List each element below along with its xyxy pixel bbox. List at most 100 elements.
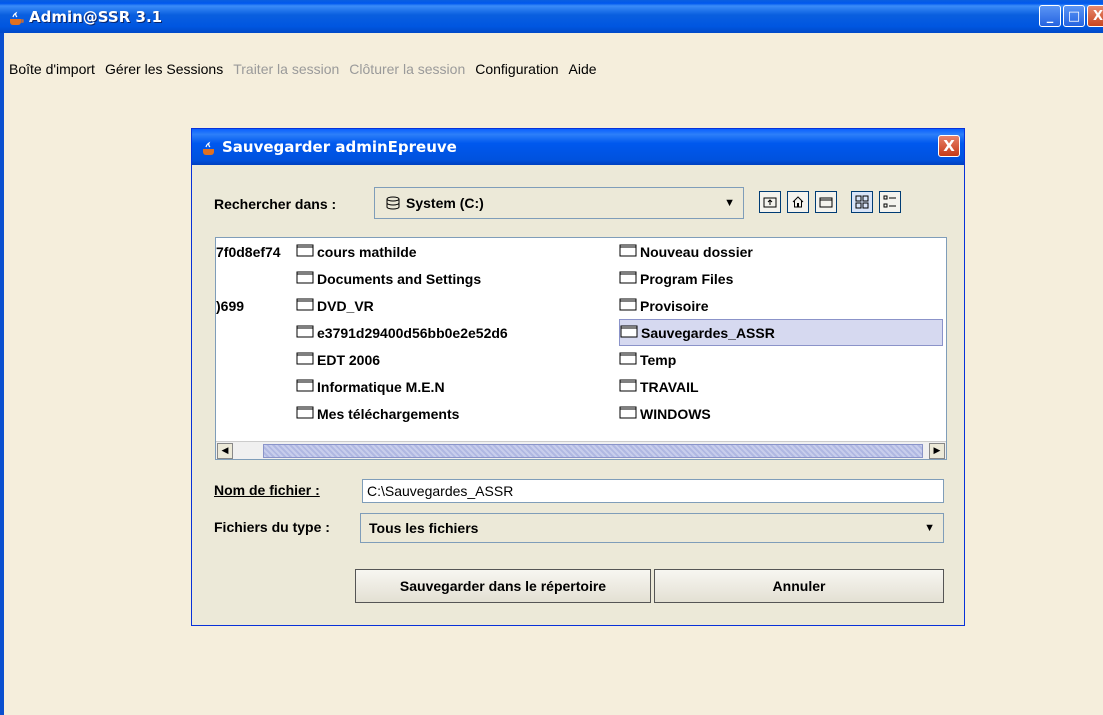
list-item[interactable]: Program Files [619, 265, 943, 292]
minimize-button[interactable]: _ [1039, 5, 1061, 27]
folder-column-2: Nouveau dossier Program Files Provisoire… [619, 238, 943, 427]
list-item-selected[interactable]: Sauvegardes_ASSR [619, 319, 943, 346]
list-item[interactable]: Nouveau dossier [619, 238, 943, 265]
home-button[interactable] [787, 191, 809, 213]
new-folder-button[interactable] [815, 191, 837, 213]
truncated-column: 7f0d8ef74 )699 [216, 238, 296, 319]
file-label: Documents and Settings [317, 270, 482, 287]
file-label: TRAVAIL [640, 378, 699, 395]
folder-icon [296, 378, 314, 395]
menu-configuration[interactable]: Configuration [470, 61, 563, 77]
list-item[interactable]: EDT 2006 [296, 346, 616, 373]
file-label: cours mathilde [317, 243, 417, 260]
cancel-button[interactable]: Annuler [654, 569, 944, 603]
close-icon: X [1092, 8, 1103, 24]
chevron-down-icon: ▼ [924, 522, 935, 534]
window-title: Admin@SSR 3.1 [29, 7, 163, 26]
lookin-value: System (C:) [406, 195, 484, 211]
maximize-button[interactable]: □ [1063, 5, 1085, 27]
window-titlebar: Admin@SSR 3.1 _ □ X [0, 0, 1103, 33]
list-item[interactable]: DVD_VR [296, 292, 616, 319]
file-label: DVD_VR [317, 297, 374, 314]
menu-gerer-sessions[interactable]: Gérer les Sessions [100, 61, 228, 77]
scroll-right-icon[interactable]: ▶ [929, 443, 945, 459]
list-item[interactable]: Documents and Settings [296, 265, 616, 292]
scroll-left-icon[interactable]: ◀ [217, 443, 233, 459]
menu-bar: Boîte d'import Gérer les Sessions Traite… [4, 57, 1103, 81]
folder-icon [620, 324, 638, 341]
file-label: Informatique M.E.N [317, 378, 445, 395]
list-item[interactable]: 7f0d8ef74 [216, 238, 296, 265]
folder-icon [296, 297, 314, 314]
horizontal-scrollbar[interactable]: ◀ ▶ [216, 441, 946, 459]
list-item[interactable]: Mes téléchargements [296, 400, 616, 427]
new-folder-icon [819, 197, 833, 208]
list-item[interactable]: Provisoire [619, 292, 943, 319]
file-label: Provisoire [640, 297, 709, 314]
filetype-combo[interactable]: Tous les fichiers ▼ [360, 513, 944, 543]
list-item[interactable]: )699 [216, 292, 296, 319]
drive-icon [386, 196, 400, 210]
dialog-close-button[interactable]: X [938, 135, 960, 157]
folder-icon [296, 405, 314, 422]
file-label: Nouveau dossier [640, 243, 753, 260]
file-label: EDT 2006 [317, 351, 381, 368]
up-folder-button[interactable] [759, 191, 781, 213]
scrollbar-thumb[interactable] [263, 444, 923, 458]
filename-field[interactable]: C:\Sauvegardes_ASSR [362, 479, 944, 503]
file-label: Temp [640, 351, 677, 368]
window-controls: _ □ X [1039, 5, 1103, 27]
filename-label: Nom de fichier : [214, 482, 320, 498]
up-folder-icon [763, 197, 777, 208]
file-label: Program Files [640, 270, 734, 287]
close-button[interactable]: X [1087, 5, 1103, 27]
list-item[interactable]: cours mathilde [296, 238, 616, 265]
list-item[interactable]: Temp [619, 346, 943, 373]
list-view-button[interactable] [851, 191, 873, 213]
folder-icon [296, 270, 314, 287]
window-border [0, 33, 4, 715]
folder-icon [619, 378, 637, 395]
list-item[interactable]: e3791d29400d56bb0e2e52d6 [296, 319, 616, 346]
save-dialog: Sauvegarder adminEpreuve X Rechercher da… [191, 128, 965, 626]
file-label: )699 [216, 297, 245, 314]
list-item[interactable] [216, 265, 296, 292]
menu-boite-import[interactable]: Boîte d'import [4, 61, 100, 77]
list-item[interactable]: WINDOWS [619, 400, 943, 427]
file-list[interactable]: 7f0d8ef74 )699 cours mathilde Documents … [215, 237, 947, 460]
folder-icon [296, 351, 314, 368]
lookin-label: Rechercher dans : [214, 196, 337, 212]
folder-icon [619, 297, 637, 314]
maximize-icon: □ [1067, 8, 1081, 24]
list-item[interactable]: Informatique M.E.N [296, 373, 616, 400]
save-button[interactable]: Sauvegarder dans le répertoire [355, 569, 651, 603]
folder-icon [619, 351, 637, 368]
close-icon: X [943, 137, 955, 155]
filetype-label: Fichiers du type : [214, 519, 330, 535]
file-toolbar [759, 191, 901, 213]
folder-column-1: cours mathilde Documents and Settings DV… [296, 238, 616, 427]
details-view-icon [883, 195, 896, 208]
java-cup-icon [203, 141, 214, 155]
folder-icon [619, 243, 637, 260]
file-label: WINDOWS [640, 405, 711, 422]
list-item[interactable]: TRAVAIL [619, 373, 943, 400]
java-cup-icon [10, 11, 24, 25]
menu-cloturer-session: Clôturer la session [349, 61, 466, 77]
home-icon [792, 196, 804, 208]
menu-traiter-session: Traiter la session [233, 61, 340, 77]
file-label: Mes téléchargements [317, 405, 460, 422]
folder-icon [296, 243, 314, 260]
folder-icon [296, 324, 314, 341]
details-view-button[interactable] [879, 191, 901, 213]
dialog-title: Sauvegarder adminEpreuve [222, 138, 457, 156]
file-label: e3791d29400d56bb0e2e52d6 [317, 324, 508, 341]
filetype-value: Tous les fichiers [369, 520, 479, 536]
lookin-combo[interactable]: System (C:) ▼ [374, 187, 744, 219]
chevron-down-icon: ▼ [724, 197, 735, 209]
minimize-icon: _ [1046, 8, 1054, 24]
file-label: Sauvegardes_ASSR [641, 324, 775, 341]
menu-aide[interactable]: Aide [564, 61, 602, 77]
dialog-titlebar: Sauvegarder adminEpreuve X [192, 129, 964, 165]
folder-icon [619, 405, 637, 422]
